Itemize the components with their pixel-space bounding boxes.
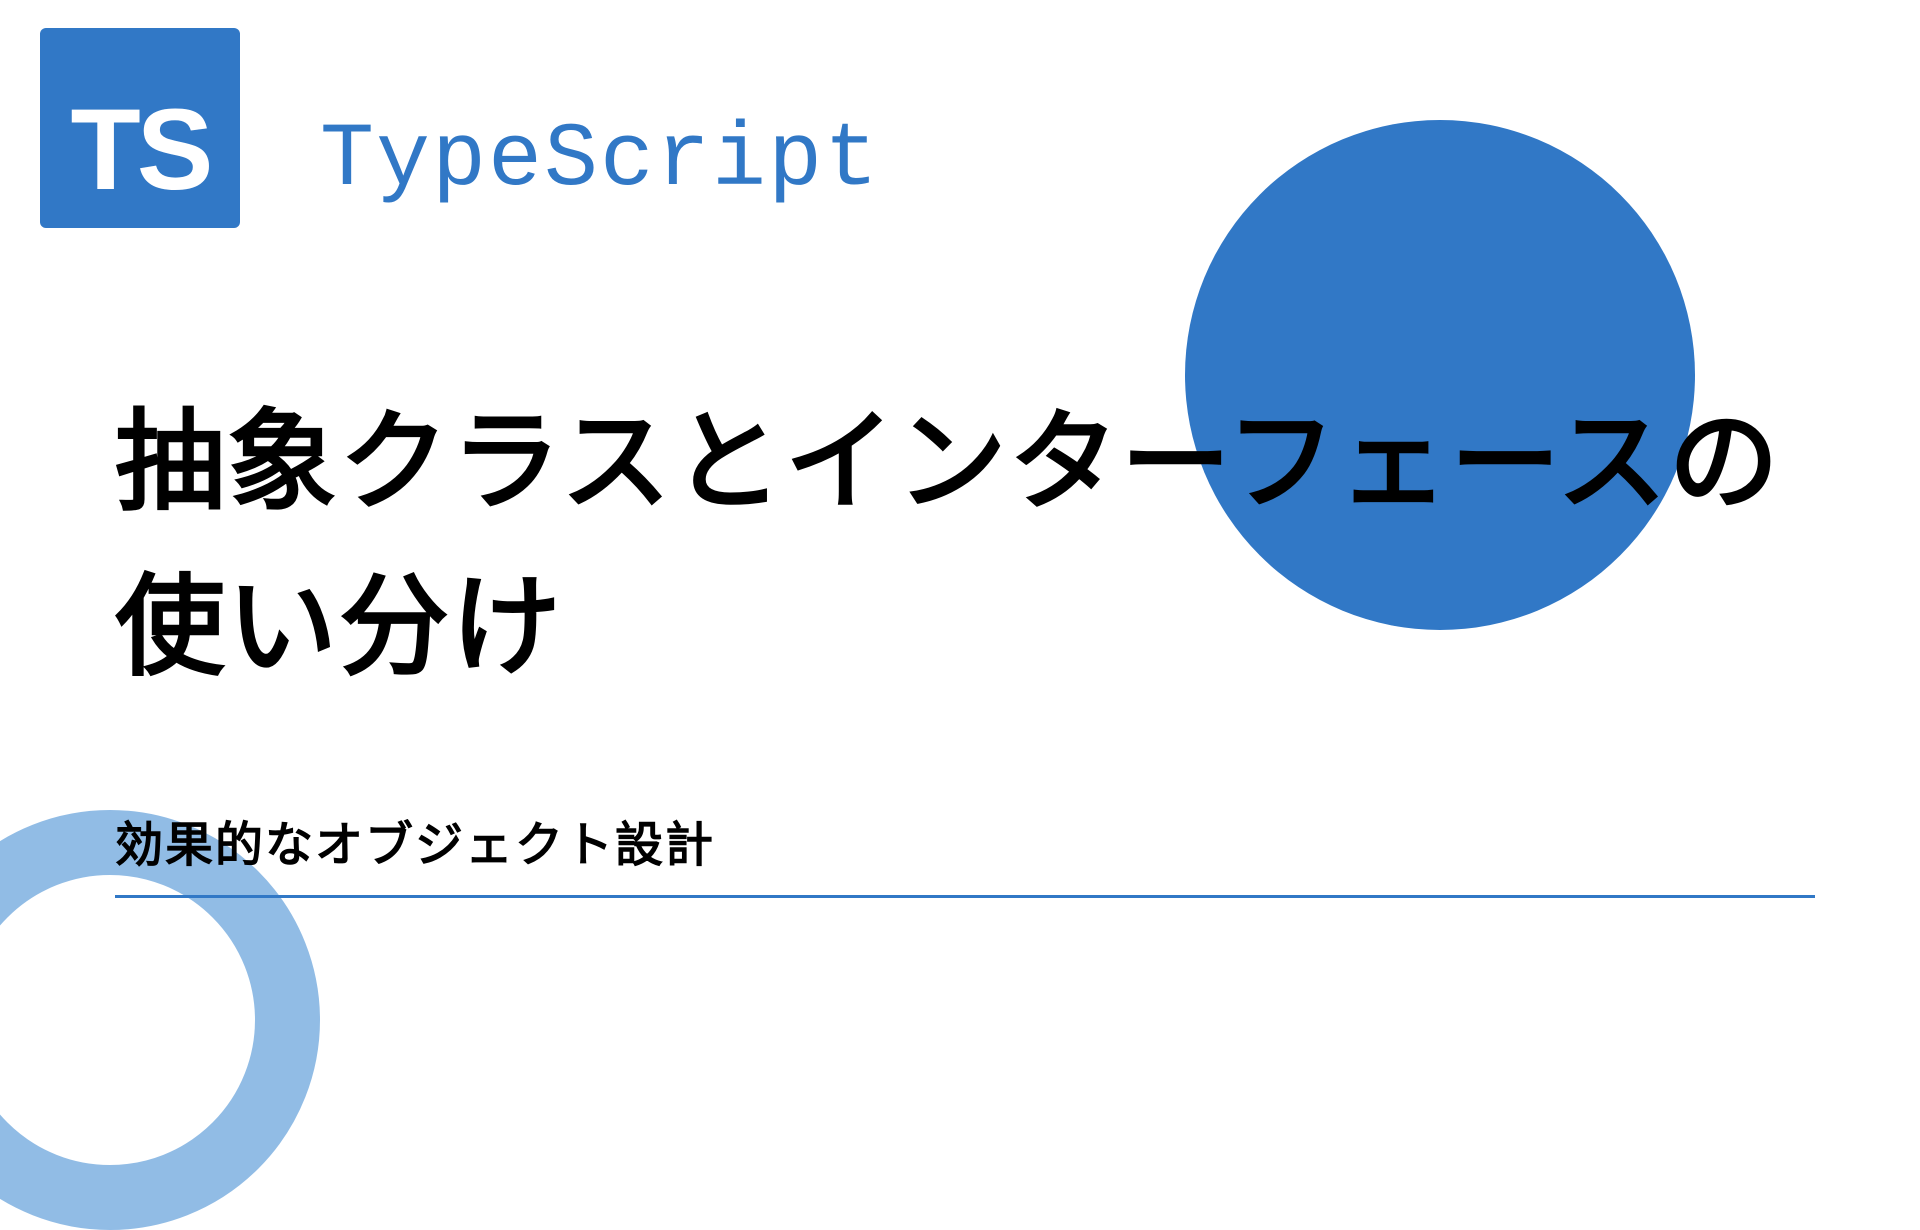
slide-title: 抽象クラスとインターフェースの使い分け bbox=[115, 380, 1820, 710]
typescript-logo-text: TS bbox=[71, 93, 210, 208]
typescript-logo: TS bbox=[40, 28, 240, 228]
subtitle-underline bbox=[115, 895, 1815, 898]
typescript-label: TypeScript bbox=[320, 110, 880, 212]
slide-subtitle: 効果的なオブジェクト設計 bbox=[115, 805, 715, 875]
